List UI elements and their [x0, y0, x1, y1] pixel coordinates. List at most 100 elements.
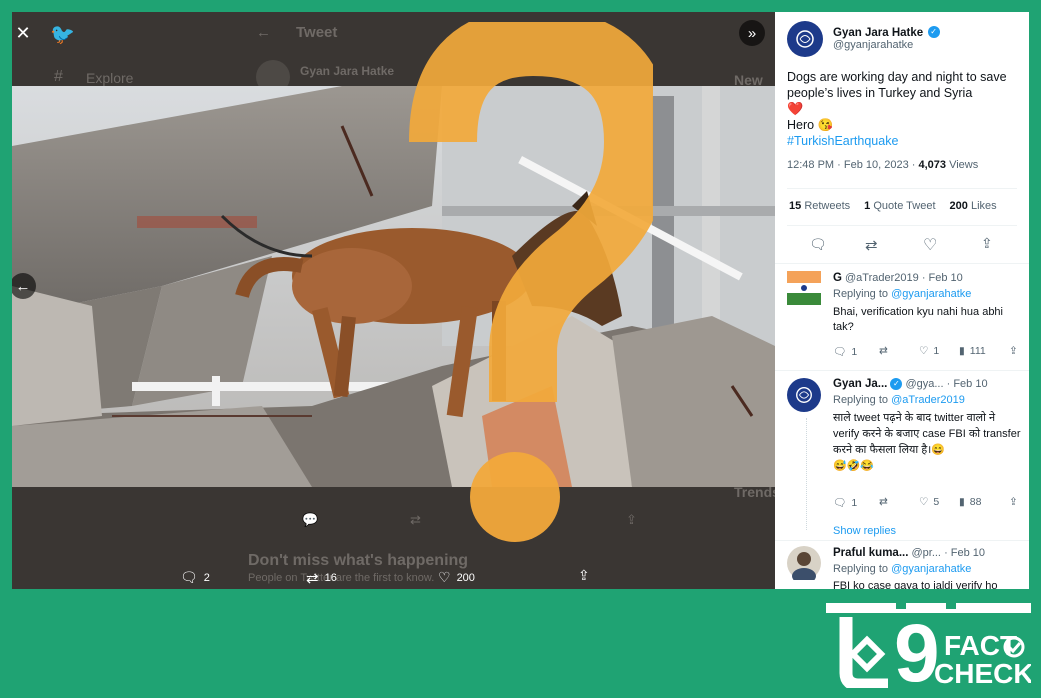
reply-reply-button[interactable]: 🗨 1 [833, 496, 857, 510]
reply-share-button[interactable]: ⇪ [1009, 496, 1018, 508]
heart-icon: ♡ [438, 569, 451, 585]
reply-author-name[interactable]: Praful kuma... [833, 547, 908, 559]
show-replies-link[interactable]: Show replies [833, 525, 896, 537]
retweet-icon: ⇄ [879, 345, 888, 357]
reply-item[interactable]: Gyan Ja... ✓ @gya... · Feb 10 Replying t… [775, 376, 1029, 537]
share-icon: ⇪ [578, 567, 590, 583]
reply-views-button[interactable]: ▮ 88 [959, 496, 981, 508]
reply-avatar[interactable] [787, 271, 821, 305]
reply-reply-button[interactable]: 🗨 1 [833, 345, 857, 359]
reply-icon: 🗨 [180, 569, 198, 585]
logo-check: CHECK [934, 658, 1031, 688]
lightbox-reply-button[interactable]: 🗨 2 [180, 569, 210, 586]
divider [775, 263, 1029, 264]
author-name[interactable]: Gyan Jara Hatke [833, 27, 923, 39]
replying-to-link[interactable]: @gyanjarahatke [891, 288, 971, 300]
back-arrow-icon: ← [256, 24, 271, 41]
reply-like-button[interactable]: ♡ 5 [919, 496, 939, 508]
divider [787, 225, 1017, 226]
divider [787, 188, 1017, 189]
reply-author-handle[interactable]: @aTrader2019 [845, 272, 919, 284]
reply-date[interactable]: · Feb 10 [944, 547, 985, 559]
timestamp-text[interactable]: 12:48 PM · Feb 10, 2023 · [787, 159, 918, 171]
retweets-stat[interactable]: 15 Retweets [789, 200, 850, 212]
hash-icon: # [54, 68, 63, 85]
reply-text: Bhai, verification kyu nahi hua abhi tak… [833, 306, 1003, 333]
lightbox-like-button[interactable]: ♡ 200 [438, 569, 475, 586]
reply-item[interactable]: G @aTrader2019 · Feb 10 Replying to @gya… [775, 270, 1029, 368]
thread-line [806, 418, 808, 530]
replying-to: Replying to @aTrader2019 [833, 394, 965, 406]
bg-reply-icon: 💬 [302, 512, 319, 527]
reply-like-button[interactable]: ♡ 1 [919, 345, 939, 357]
engagement-counts: 15 Retweets 1 Quote Tweet 200 Likes [789, 200, 997, 212]
logo-number: 9 [894, 608, 940, 688]
reply-avatar[interactable] [787, 546, 821, 580]
flag-avatar-icon [787, 271, 821, 305]
close-icon[interactable]: ✕ [12, 20, 36, 46]
reply-icon[interactable]: 🗨 [809, 236, 827, 253]
lightbox-like-count: 200 [456, 571, 475, 584]
bar-chart-icon: ▮ [959, 496, 965, 508]
bg-author-name: Gyan Jara Hatke [300, 64, 395, 78]
heart-emoji: ❤️ [787, 101, 804, 116]
brain-logo-icon [796, 387, 812, 403]
reply-icon: 🗨 [833, 346, 847, 358]
replying-to-link[interactable]: @gyanjarahatke [891, 563, 971, 575]
tweet-text: Dogs are working day and night to save p… [787, 69, 1022, 149]
author-avatar[interactable] [787, 21, 823, 57]
divider [775, 370, 1029, 371]
tweet-text-line2: Hero 😘 [787, 118, 834, 132]
reply-avatar[interactable] [787, 378, 821, 412]
tweet-panel: Gyan Jara Hatke ✓ @gyanjarahatke Dogs ar… [775, 12, 1029, 589]
reply-date[interactable]: · Feb 10 [947, 378, 988, 390]
lightbox-reply-count: 2 [203, 571, 210, 584]
share-icon: ⇪ [1009, 496, 1018, 508]
replying-to: Replying to @gyanjarahatke [833, 288, 972, 300]
reply-share-button[interactable]: ⇪ [1009, 345, 1018, 357]
retweet-icon[interactable]: ⇄ [865, 236, 878, 254]
reply-views-button[interactable]: ▮ 111 [959, 345, 986, 357]
reply-author-handle[interactable]: @pr... [911, 547, 941, 559]
lightbox-retweet-count: 16 [324, 572, 337, 584]
reply-date[interactable]: · Feb 10 [922, 272, 963, 284]
reply-author-handle[interactable]: @gya... [905, 378, 943, 390]
tweet-text-line1: Dogs are working day and night to save p… [787, 70, 1007, 100]
reply-text: साले tweet पढ़ने के बाद twitter वालो ने … [833, 412, 1021, 472]
quotes-stat[interactable]: 1 Quote Tweet [864, 200, 935, 212]
reply-author-name[interactable]: Gyan Ja... [833, 378, 887, 390]
page-header-title: Tweet [296, 24, 338, 41]
heart-icon: ♡ [919, 345, 929, 357]
reply-retweet-button[interactable]: ⇄ [879, 345, 888, 357]
divider [775, 540, 1029, 541]
signup-subtitle: People on Twitter are the first to know. [248, 572, 435, 584]
reply-item[interactable]: Praful kuma... @pr... · Feb 10 Replying … [775, 544, 1029, 589]
views-label: Views [949, 159, 979, 171]
likes-stat[interactable]: 200 Likes [950, 200, 997, 212]
nav-explore: Explore [86, 70, 134, 86]
verified-badge-icon: ✓ [927, 25, 940, 38]
lightbox-retweet-button[interactable]: ⇄ 16 [306, 569, 337, 587]
retweet-icon: ⇄ [879, 496, 888, 508]
twitter-bird-icon: 🐦 [50, 24, 75, 46]
bar-chart-icon: ▮ [959, 345, 965, 357]
views-count: 4,073 [918, 159, 946, 171]
tweet-timestamp: 12:48 PM · Feb 10, 2023 · 4,073 Views [787, 159, 978, 171]
fact-check-logo: 9 FACT CHECK [826, 603, 1034, 698]
verified-badge-icon: ✓ [890, 378, 903, 391]
reply-author-name[interactable]: G [833, 272, 842, 284]
author-handle[interactable]: @gyanjarahatke [833, 39, 913, 51]
reply-emoji: 😅🤣😂 [833, 460, 875, 472]
heart-icon[interactable]: ♡ [923, 235, 937, 255]
chevrons-right-icon[interactable]: » [739, 20, 765, 46]
person-avatar-icon [792, 552, 816, 580]
reply-retweet-button[interactable]: ⇄ [879, 496, 888, 508]
lightbox-share-button[interactable]: ⇪ [578, 567, 590, 584]
reply-text: FBI ko case gaya to jaldi verify ho [833, 580, 998, 589]
share-icon[interactable]: ⇪ [981, 235, 993, 252]
reply-icon: 🗨 [833, 497, 847, 509]
replying-to-link[interactable]: @aTrader2019 [891, 394, 965, 406]
brain-logo-icon [796, 30, 814, 48]
retweet-icon: ⇄ [306, 570, 319, 587]
hashtag-link[interactable]: #TurkishEarthquake [787, 133, 1022, 149]
